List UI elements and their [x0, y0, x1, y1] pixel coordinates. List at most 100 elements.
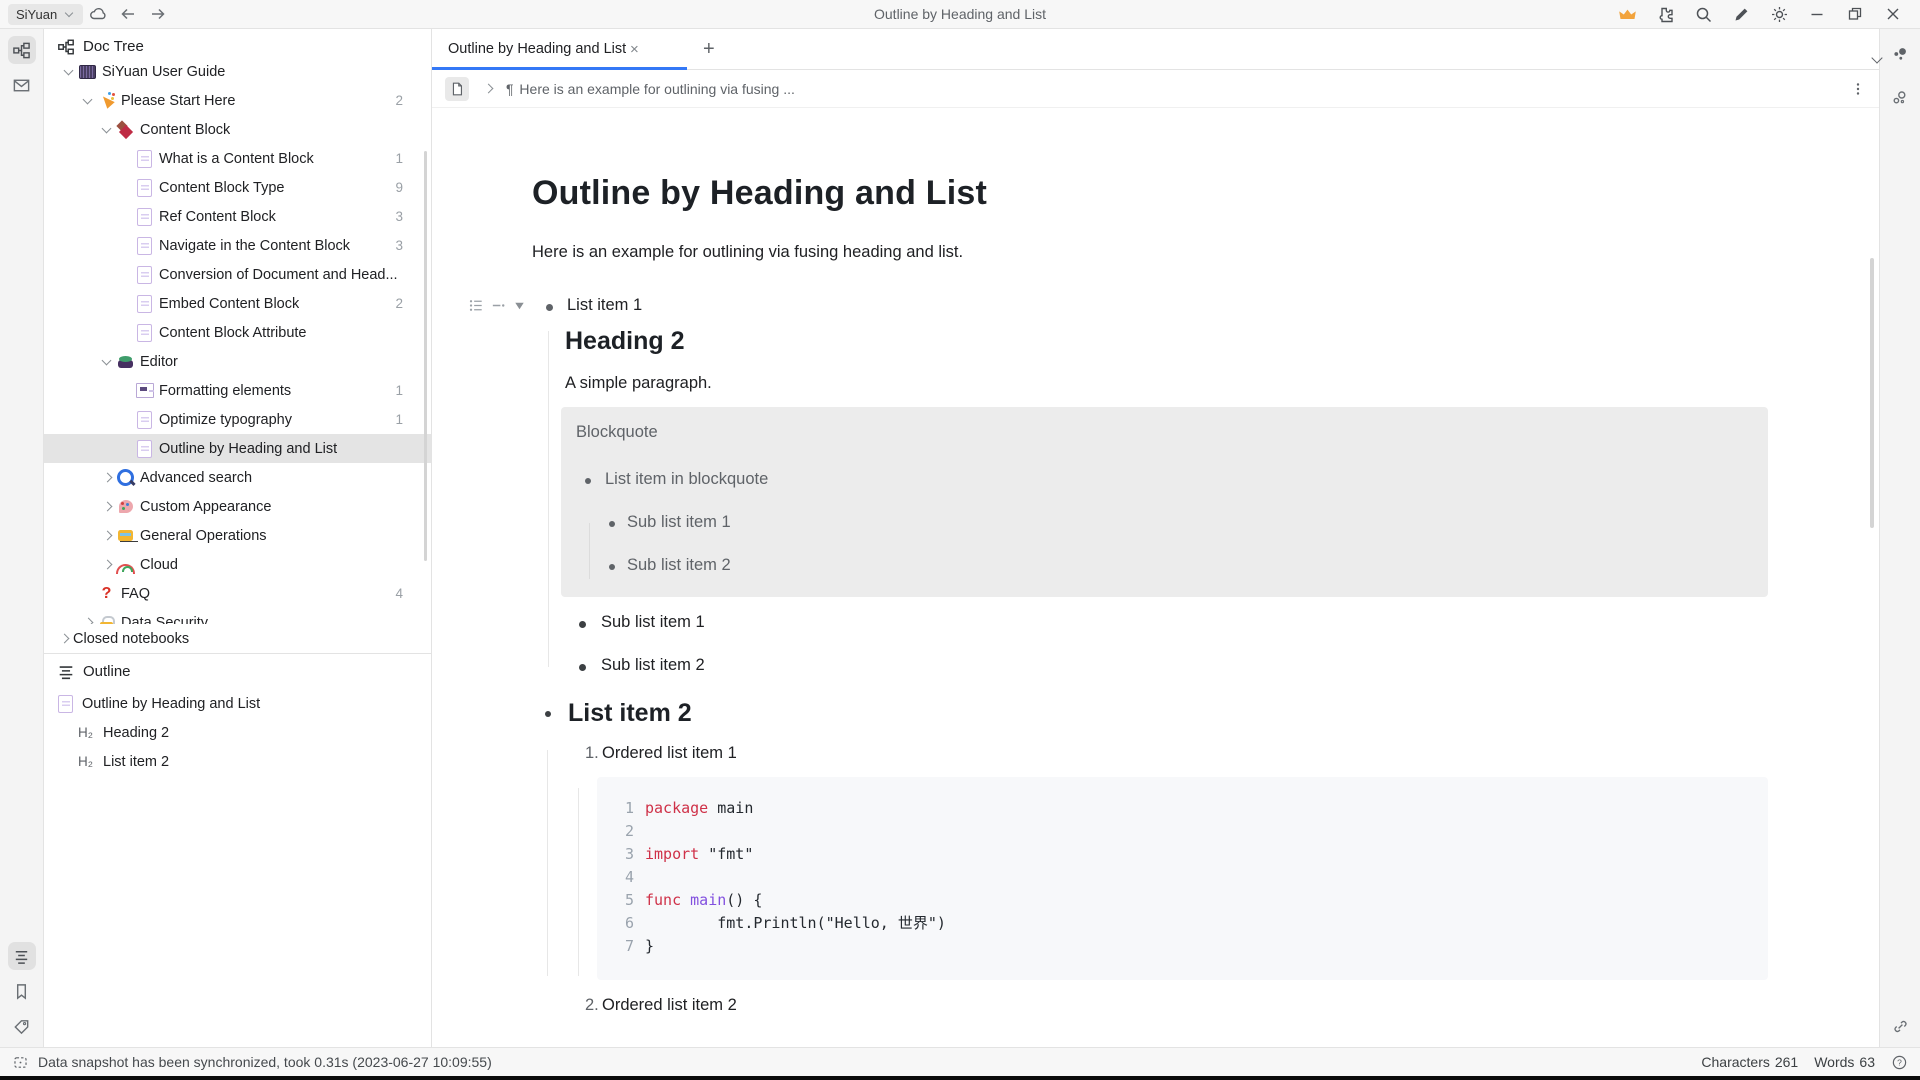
- outline-header: Outline: [44, 654, 431, 689]
- search-button[interactable]: [1686, 1, 1720, 27]
- puzzle-icon: [1656, 5, 1675, 24]
- search-icon: [1694, 5, 1713, 24]
- closed-notebooks-label: Closed notebooks: [73, 631, 189, 647]
- doc-intro[interactable]: Here is an example for outlining via fus…: [532, 243, 1768, 262]
- tree-item-faq[interactable]: FAQ4: [44, 579, 431, 608]
- outline-icon: [57, 663, 75, 681]
- app-menu-label: SiYuan: [16, 7, 57, 22]
- ordered-list-item-2[interactable]: 2. Ordered list item 2: [532, 996, 1768, 1015]
- newspaper-icon: [135, 382, 154, 400]
- outline-item-heading-2[interactable]: H₂ Heading 2: [44, 718, 431, 747]
- list-item-gutter-icon[interactable]: [490, 297, 507, 314]
- dock-bookmark-button[interactable]: [8, 977, 36, 1005]
- code-line: 4: [597, 866, 1768, 889]
- tree-item-custom-appearance[interactable]: Custom Appearance: [44, 492, 431, 521]
- close-button[interactable]: [1876, 1, 1910, 27]
- back-button[interactable]: [113, 5, 143, 23]
- tree-item-embed-content-block[interactable]: Embed Content Block2: [44, 289, 431, 318]
- theme-button[interactable]: [1762, 1, 1796, 27]
- dock-inbox-button[interactable]: [8, 71, 36, 99]
- breadcrumb: ¶ Here is an example for outlining via f…: [432, 70, 1879, 108]
- dock-backlinks-button[interactable]: [1886, 1012, 1914, 1040]
- heading-2[interactable]: Heading 2: [565, 327, 1768, 356]
- tree-item-general-operations[interactable]: General Operations: [44, 521, 431, 550]
- file-icon: [56, 695, 75, 713]
- chevron-right-icon: [97, 468, 116, 487]
- help-button[interactable]: ?: [1891, 1054, 1908, 1071]
- ordered-list-item-1[interactable]: 1. Ordered list item 1: [532, 744, 1768, 763]
- file-icon: [135, 295, 154, 313]
- tab-outline-by-heading-and-list[interactable]: Outline by Heading and List ×: [432, 29, 687, 69]
- more-button[interactable]: [1850, 81, 1866, 97]
- outline-item-doc[interactable]: Outline by Heading and List: [44, 689, 431, 718]
- doc-tree-scrollbar[interactable]: [424, 151, 427, 561]
- restore-button[interactable]: [1838, 1, 1872, 27]
- tree-item-content-block-attribute[interactable]: Content Block Attribute: [44, 318, 431, 347]
- tree-item-content-block-type[interactable]: Content Block Type9: [44, 173, 431, 202]
- chevron-right-icon: [97, 526, 116, 545]
- tree-item-advanced-search[interactable]: Advanced search: [44, 463, 431, 492]
- arrow-right-icon: [149, 5, 167, 23]
- chevron-down-icon: [97, 120, 116, 139]
- tree-item-outline-by-heading-and-list[interactable]: Outline by Heading and List: [44, 434, 431, 463]
- tree-item-data-security[interactable]: Data Security: [44, 608, 431, 624]
- cloud-sync-button[interactable]: [83, 4, 113, 24]
- tree-item-ref-content-block[interactable]: Ref Content Block3: [44, 202, 431, 231]
- marketplace-button[interactable]: [1648, 1, 1682, 27]
- tree-item-editor[interactable]: Editor: [44, 347, 431, 376]
- chevron-down-icon: [78, 91, 97, 110]
- tab-close-icon[interactable]: ×: [630, 41, 639, 58]
- list-gutter-icon[interactable]: [468, 297, 485, 314]
- list-item-1[interactable]: List item 1: [532, 296, 1768, 315]
- membership-button[interactable]: [1610, 1, 1644, 27]
- sub-list-item-1[interactable]: Sub list item 1: [532, 613, 1768, 632]
- breadcrumb-doc-button[interactable]: [445, 77, 469, 101]
- editor-scrollbar[interactable]: [1870, 258, 1874, 528]
- doc-title[interactable]: Outline by Heading and List: [532, 174, 1768, 213]
- blockquote[interactable]: Blockquote List item in blockquote Sub l…: [561, 407, 1768, 597]
- file-icon: [135, 179, 154, 197]
- outline-item-list-item-2[interactable]: H₂ List item 2: [44, 747, 431, 776]
- tree-item-what-is-a-content-block[interactable]: What is a Content Block1: [44, 144, 431, 173]
- tree-item-content-block[interactable]: Content Block: [44, 115, 431, 144]
- edit-mode-button[interactable]: [1724, 1, 1758, 27]
- tree-item-navigate-in-the-content-block[interactable]: Navigate in the Content Block3: [44, 231, 431, 260]
- breadcrumb-item[interactable]: ¶ Here is an example for outlining via f…: [506, 81, 795, 97]
- file-icon: [135, 237, 154, 255]
- app-menu-button[interactable]: SiYuan: [8, 4, 83, 25]
- lock-icon: [97, 614, 116, 625]
- dock-global-graph-button[interactable]: [1886, 84, 1914, 112]
- file-icon: [135, 411, 154, 429]
- tree-item-siyuan-user-guide[interactable]: SiYuan User Guide: [44, 64, 431, 86]
- status-bar: Data snapshot has been synchronized, too…: [0, 1047, 1920, 1076]
- tree-item-cloud[interactable]: Cloud: [44, 550, 431, 579]
- tree-item-optimize-typography[interactable]: Optimize typography1: [44, 405, 431, 434]
- tag-icon: [12, 1017, 31, 1036]
- chevron-down-icon: [97, 352, 116, 371]
- blockquote-sub-item: Sub list item 1: [576, 513, 1748, 532]
- dock-graph-button[interactable]: [1886, 41, 1914, 69]
- chevron-down-icon: [63, 8, 75, 20]
- forward-button[interactable]: [143, 5, 173, 23]
- doc-tree-icon: [57, 38, 75, 56]
- minimize-button[interactable]: [1800, 1, 1834, 27]
- closed-notebooks-row[interactable]: Closed notebooks: [44, 624, 431, 653]
- sub-list-item-2[interactable]: Sub list item 2: [532, 656, 1768, 675]
- block-gutter[interactable]: [468, 297, 527, 314]
- tree-item-please-start-here[interactable]: Please Start Here2: [44, 86, 431, 115]
- tree-item-formatting-elements[interactable]: Formatting elements1: [44, 376, 431, 405]
- dock-tag-button[interactable]: [8, 1012, 36, 1040]
- list-item-2-heading[interactable]: List item 2: [532, 699, 1768, 728]
- dock-doc-tree-button[interactable]: [8, 36, 36, 64]
- tree-item-conversion-of-document[interactable]: Conversion of Document and Head...: [44, 260, 431, 289]
- dock-outline-button[interactable]: [8, 942, 36, 970]
- chevron-right-icon: [97, 555, 116, 574]
- ordered-number: 2.: [532, 996, 602, 1015]
- doc-tree-header: Doc Tree: [44, 29, 431, 64]
- chevron-right-icon: [478, 79, 497, 98]
- simple-paragraph[interactable]: A simple paragraph.: [565, 374, 1768, 393]
- code-block[interactable]: 1package main 2 3import "fmt" 4 5func ma…: [597, 777, 1768, 980]
- document-area[interactable]: Outline by Heading and List Here is an e…: [432, 108, 1879, 1047]
- new-tab-button[interactable]: +: [703, 38, 715, 61]
- collapse-triangle-icon[interactable]: [512, 298, 527, 313]
